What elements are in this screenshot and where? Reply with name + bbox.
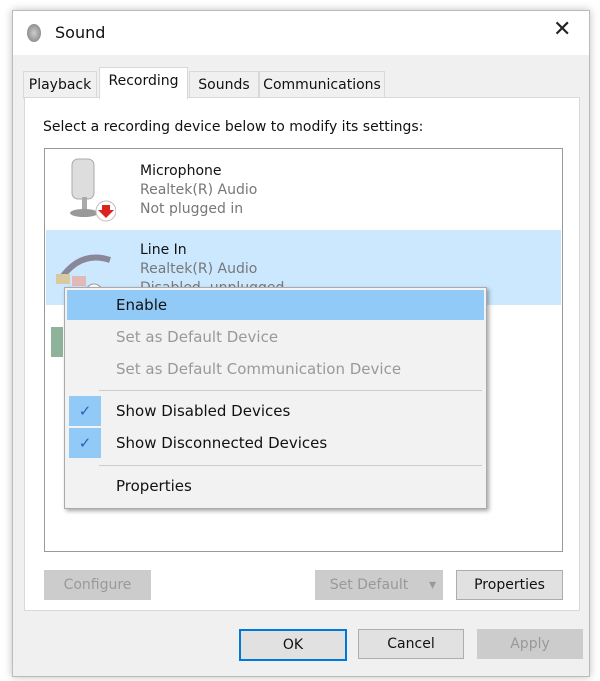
device-name: Microphone [140, 163, 222, 179]
title-bar: Sound ✕ [13, 11, 589, 55]
microphone-icon [70, 158, 116, 222]
menu-label: Set as Default Communication Device [116, 360, 402, 378]
cancel-button[interactable]: Cancel [358, 629, 464, 659]
ok-button[interactable]: OK [239, 629, 347, 661]
set-default-button[interactable]: Set Default [315, 570, 423, 600]
menu-item-enable[interactable]: Enable [67, 290, 484, 320]
tab-sounds[interactable]: Sounds [189, 71, 259, 99]
sound-card-icon [51, 327, 63, 357]
device-driver: Realtek(R) Audio [140, 182, 258, 198]
menu-item-show-disabled[interactable]: ✓ Show Disabled Devices [67, 396, 484, 426]
device-driver: Realtek(R) Audio [140, 261, 258, 277]
menu-label: Show Disabled Devices [116, 402, 291, 420]
device-status: Not plugged in [140, 201, 244, 217]
menu-label: Show Disconnected Devices [116, 434, 328, 452]
menu-separator [99, 465, 482, 466]
set-default-dropdown[interactable]: ▾ [422, 570, 443, 600]
checkmark-icon: ✓ [69, 428, 101, 458]
tab-playback[interactable]: Playback [23, 71, 97, 99]
menu-item-set-default-communication[interactable]: Set as Default Communication Device [67, 354, 484, 384]
properties-button[interactable]: Properties [456, 570, 563, 600]
speaker-icon [27, 24, 41, 42]
context-menu: Enable Set as Default Device Set as Defa… [64, 287, 487, 509]
close-button[interactable]: ✕ [553, 17, 571, 42]
menu-label: Enable [116, 296, 168, 314]
apply-button[interactable]: Apply [477, 629, 583, 659]
menu-label: Set as Default Device [116, 328, 279, 346]
device-name: Line In [140, 242, 187, 258]
menu-item-show-disconnected[interactable]: ✓ Show Disconnected Devices [67, 428, 484, 458]
checkmark-icon: ✓ [69, 396, 101, 426]
instruction-label: Select a recording device below to modif… [43, 119, 424, 135]
menu-item-properties[interactable]: Properties [67, 471, 484, 501]
tab-recording[interactable]: Recording [99, 67, 188, 99]
chevron-down-icon: ▾ [428, 577, 437, 593]
tab-communications[interactable]: Communications [259, 71, 385, 99]
window-title: Sound [55, 23, 106, 42]
menu-item-set-default[interactable]: Set as Default Device [67, 322, 484, 352]
configure-button[interactable]: Configure [44, 570, 151, 600]
menu-label: Properties [116, 477, 192, 495]
menu-separator [99, 390, 482, 391]
device-row-microphone[interactable]: Microphone Realtek(R) Audio Not plugged … [46, 151, 561, 226]
